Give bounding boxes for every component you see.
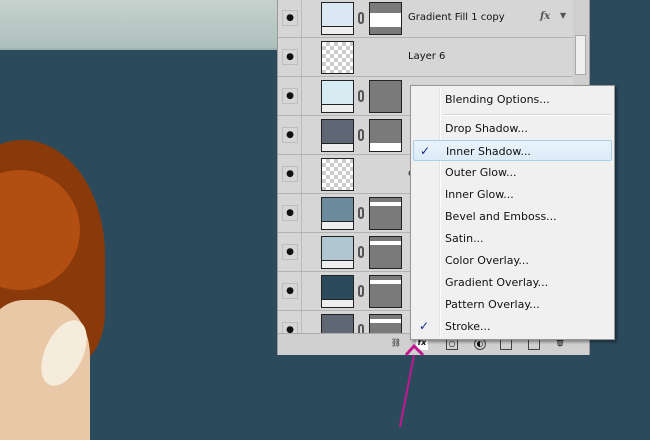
annotation-arrow [399,343,425,427]
